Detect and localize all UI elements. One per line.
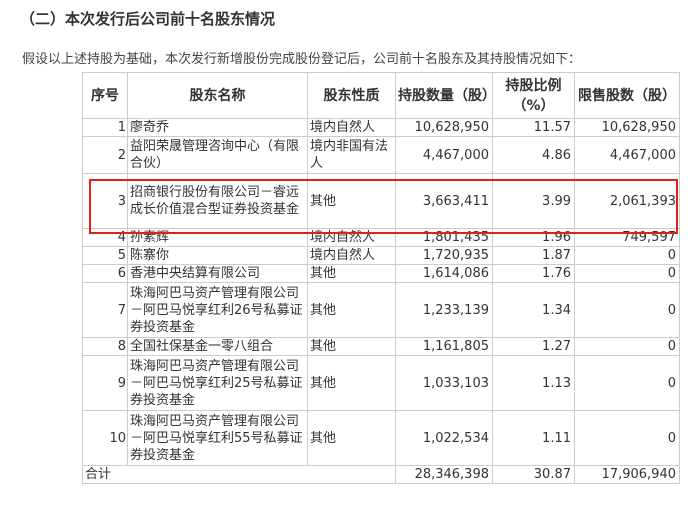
cell-seq: 8 [82,337,128,356]
cell-seq: 5 [82,246,128,265]
cell-nature: 其他 [307,264,396,283]
total-restricted: 17,906,940 [574,465,680,484]
table-row: 9 珠海阿巴马资产管理有限公司－阿巴马悦享红利25号私募证券投资基金 其他 1,… [82,355,680,411]
total-row: 合计 28,346,398 30.87 17,906,940 [82,465,680,484]
cell-ratio: 1.11 [492,410,575,466]
cell-name: 珠海阿巴马资产管理有限公司－阿巴马悦享红利55号私募证券投资基金 [127,410,308,466]
cell-seq: 7 [82,282,128,338]
table-row: 6 香港中央结算有限公司 其他 1,614,086 1.76 0 [82,264,680,283]
table-row: 8 全国社保基金一零八组合 其他 1,161,805 1.27 0 [82,337,680,356]
header-nature: 股东性质 [307,72,396,119]
cell-nature: 其他 [307,173,396,229]
table-row: 5 陈寨你 境内自然人 1,720,935 1.87 0 [82,246,680,265]
header-name: 股东名称 [127,72,308,119]
cell-ratio: 1.76 [492,264,575,283]
cell-restricted: 0 [574,337,680,356]
cell-name: 廖奇乔 [127,118,308,137]
cell-name: 全国社保基金一零八组合 [127,337,308,356]
cell-restricted: 0 [574,410,680,466]
cell-seq: 4 [82,228,128,247]
cell-nature: 境内自然人 [307,118,396,137]
cell-shares: 1,022,534 [395,410,493,466]
cell-nature: 其他 [307,355,396,411]
cell-name: 孙素辉 [127,228,308,247]
cell-ratio: 1.27 [492,337,575,356]
cell-seq: 6 [82,264,128,283]
total-label: 合计 [82,465,396,484]
section-heading: （二）本次发行后公司前十名股东情况 [20,10,276,28]
cell-seq: 9 [82,355,128,411]
cell-shares: 4,467,000 [395,136,493,174]
header-restricted: 限售股数（股） [574,72,680,119]
table-row: 10 珠海阿巴马资产管理有限公司－阿巴马悦享红利55号私募证券投资基金 其他 1… [82,410,680,466]
cell-shares: 1,720,935 [395,246,493,265]
cell-restricted: 4,467,000 [574,136,680,174]
cell-restricted: 2,061,393 [574,173,680,229]
cell-seq: 2 [82,136,128,174]
cell-nature: 其他 [307,337,396,356]
cell-shares: 1,033,103 [395,355,493,411]
cell-ratio: 3.99 [492,173,575,229]
intro-text: 假设以上述持股为基础，本次发行新增股份完成股份登记后，公司前十名股东及其持股情况… [22,52,582,67]
shareholders-table: 序号 股东名称 股东性质 持股数量（股） 持股比例（%） 限售股数（股） 1 廖… [82,72,680,484]
cell-restricted: 0 [574,264,680,283]
cell-nature: 境内非国有法人 [307,136,396,174]
total-shares: 28,346,398 [395,465,493,484]
cell-nature: 境内自然人 [307,228,396,247]
table-row: 1 廖奇乔 境内自然人 10,628,950 11.57 10,628,950 [82,118,680,137]
cell-name: 香港中央结算有限公司 [127,264,308,283]
cell-shares: 1,801,435 [395,228,493,247]
total-ratio: 30.87 [492,465,575,484]
cell-shares: 1,161,805 [395,337,493,356]
cell-restricted: 10,628,950 [574,118,680,137]
header-seq: 序号 [82,72,128,119]
cell-shares: 10,628,950 [395,118,493,137]
cell-shares: 3,663,411 [395,173,493,229]
cell-restricted: 0 [574,355,680,411]
cell-seq: 1 [82,118,128,137]
cell-nature: 其他 [307,282,396,338]
cell-seq: 3 [82,173,128,229]
cell-restricted: 0 [574,282,680,338]
table-row: 7 珠海阿巴马资产管理有限公司－阿巴马悦享红利26号私募证券投资基金 其他 1,… [82,282,680,338]
cell-name: 招商银行股份有限公司－睿远成长价值混合型证券投资基金 [127,173,308,229]
cell-restricted: 0 [574,246,680,265]
cell-nature: 境内自然人 [307,246,396,265]
cell-name: 珠海阿巴马资产管理有限公司－阿巴马悦享红利25号私募证券投资基金 [127,355,308,411]
cell-ratio: 1.34 [492,282,575,338]
table-row: 4 孙素辉 境内自然人 1,801,435 1.96 749,597 [82,228,680,247]
table-row: 3 招商银行股份有限公司－睿远成长价值混合型证券投资基金 其他 3,663,41… [82,173,680,229]
cell-nature: 其他 [307,410,396,466]
cell-shares: 1,233,139 [395,282,493,338]
cell-seq: 10 [82,410,128,466]
header-ratio: 持股比例（%） [492,72,575,119]
table-row: 2 益阳荣晟管理咨询中心（有限合伙） 境内非国有法人 4,467,000 4.8… [82,136,680,174]
cell-ratio: 11.57 [492,118,575,137]
cell-ratio: 1.87 [492,246,575,265]
cell-shares: 1,614,086 [395,264,493,283]
header-shares: 持股数量（股） [395,72,493,119]
table-header-row: 序号 股东名称 股东性质 持股数量（股） 持股比例（%） 限售股数（股） [82,72,680,119]
cell-ratio: 4.86 [492,136,575,174]
cell-restricted: 749,597 [574,228,680,247]
cell-name: 陈寨你 [127,246,308,265]
cell-ratio: 1.13 [492,355,575,411]
cell-name: 益阳荣晟管理咨询中心（有限合伙） [127,136,308,174]
cell-ratio: 1.96 [492,228,575,247]
cell-name: 珠海阿巴马资产管理有限公司－阿巴马悦享红利26号私募证券投资基金 [127,282,308,338]
